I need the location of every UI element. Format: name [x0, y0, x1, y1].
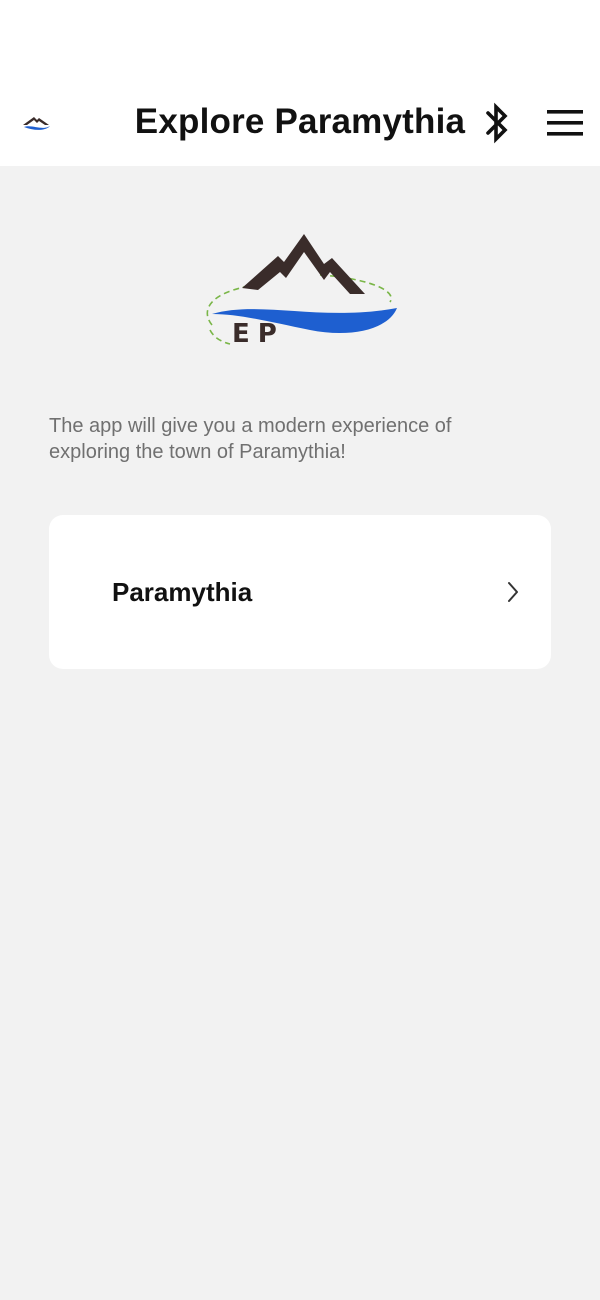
intro-text: The app will give you a modern experienc… — [49, 415, 452, 463]
town-card-paramythia[interactable]: Paramythia — [49, 515, 551, 669]
bluetooth-icon[interactable] — [480, 102, 514, 144]
town-card-label: Paramythia — [112, 577, 253, 607]
mountain-river-logo: EP — [206, 234, 397, 349]
main-content: EP The app will give you a modern experi… — [0, 166, 600, 1300]
hamburger-menu-icon[interactable] — [544, 104, 586, 142]
chevron-right-icon — [508, 582, 518, 602]
status-bar — [0, 0, 600, 80]
hero-logo-text: EP — [232, 319, 285, 349]
app-bar: Explore Paramythia — [0, 80, 600, 166]
